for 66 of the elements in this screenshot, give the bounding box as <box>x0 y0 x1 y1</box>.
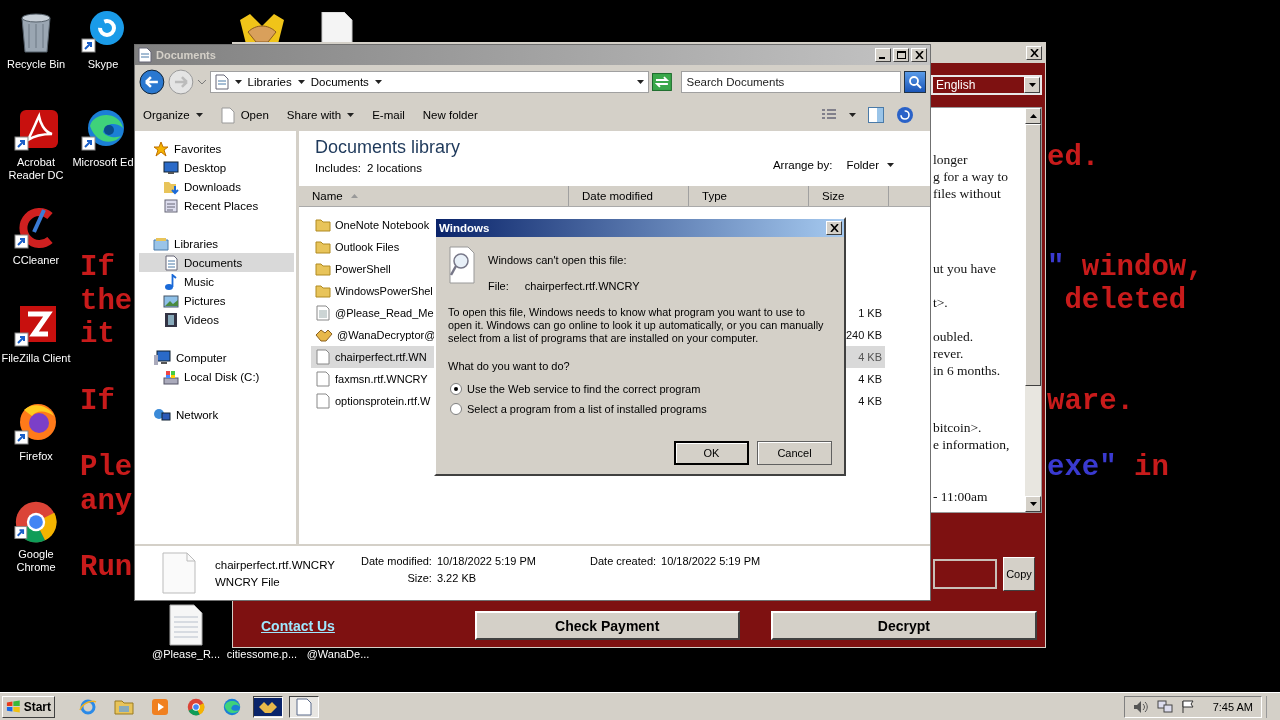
wallpaper-text: any <box>80 484 133 518</box>
clock: 7:45 AM <box>1212 700 1253 713</box>
wallpaper-text: window, <box>1080 250 1204 284</box>
file-size: 1 KB <box>858 307 883 319</box>
icon-label: Google Chrome <box>15 548 57 574</box>
wallpaper-text: If <box>80 251 115 284</box>
wallpaper-text: " <box>1047 250 1065 284</box>
message-text: files without <box>933 185 1002 202</box>
icon-label: Microsoft Ed <box>72 156 134 169</box>
file-size: 4 KB <box>858 373 883 385</box>
message-text: g for a way to <box>933 168 1009 185</box>
icon-label: CCleaner <box>11 254 61 267</box>
wallpaper-text: Ple <box>80 451 133 484</box>
wallpaper-text: If <box>80 384 115 418</box>
file-size: 240 KB <box>845 329 883 341</box>
wallpaper-text: the <box>80 284 133 318</box>
wallpaper-text: Run <box>80 551 133 584</box>
file-name: OneNote Notebook <box>335 219 430 231</box>
detail-value: 10/18/2022 5:19 PM <box>436 555 536 567</box>
dialog-title: Windows <box>439 222 490 234</box>
file-name: faxmsn.rtf.WNCRY <box>335 373 428 385</box>
dialog-message: To open this file, Windows needs to know what program you want to use to open it. Windows can go online to look it up automatically, or you can manually select from a list of programs that are installed on your computer. <box>448 306 825 345</box>
icon-label: Skype <box>86 58 120 71</box>
detail-value: 10/18/2022 5:19 PM <box>661 555 761 567</box>
message-text: - 11:00am <box>933 488 989 505</box>
file-name: optionsprotein.rtf.W <box>335 395 431 407</box>
detail-label: Size: <box>406 572 432 584</box>
dialog-question: What do you want to do? <box>448 360 571 372</box>
wallpaper-text: ware. <box>1047 384 1134 418</box>
message-text: ut you have <box>933 260 997 277</box>
wallpaper-text: exe" <box>1047 451 1117 484</box>
file-name: Outlook Files <box>335 241 400 253</box>
includes-label: Includes: <box>315 162 362 174</box>
message-text: in 6 months. <box>933 362 1002 379</box>
file-name: chairperfect.rtf.WN <box>335 351 427 363</box>
file-name: @WanaDecryptor@ <box>337 329 436 341</box>
wallpaper-text: it <box>80 318 115 351</box>
detail-label: Date created: <box>590 555 657 567</box>
detail-label: Date modified: <box>361 555 432 567</box>
message-text: bitcoin>. <box>933 419 983 436</box>
file-size: 4 KB <box>858 395 883 407</box>
wallpaper-text: in <box>1133 451 1169 484</box>
file-name: WindowsPowerShel <box>335 285 433 297</box>
icon-label: Recycle Bin <box>5 58 67 71</box>
wallpaper-text: ed. <box>1047 141 1100 174</box>
window-title: Documents <box>156 49 217 61</box>
icon-label: Acrobat Reader DC <box>7 156 65 182</box>
library-title: Documents library <box>315 137 461 158</box>
file-name: @Please_Read_Me <box>335 307 434 319</box>
icon-label: FileZilla Client <box>0 352 72 365</box>
file-size: 4 KB <box>858 351 883 363</box>
file-name: PowerShell <box>335 263 391 275</box>
arrange-label: Arrange by: <box>772 159 833 171</box>
detail-value: 3.22 KB <box>436 572 478 584</box>
message-text: oubled. <box>933 328 975 345</box>
message-text: longer <box>933 151 969 168</box>
message-text: e information, <box>933 436 1011 453</box>
dialog-heading: Windows can't open this file: <box>488 254 628 266</box>
file-name: chairperfect.rtf.WNCRY <box>215 558 336 571</box>
message-text: t>. <box>933 294 949 311</box>
icon-label: Firefox <box>18 450 54 463</box>
message-text: rever. <box>933 345 965 362</box>
file-label: File: <box>488 280 509 292</box>
file-type: WNCRY File <box>215 575 281 588</box>
file-name: chairperfect.rtf.WNCRY <box>524 280 640 292</box>
wallpaper-text: deleted <box>1063 284 1187 317</box>
